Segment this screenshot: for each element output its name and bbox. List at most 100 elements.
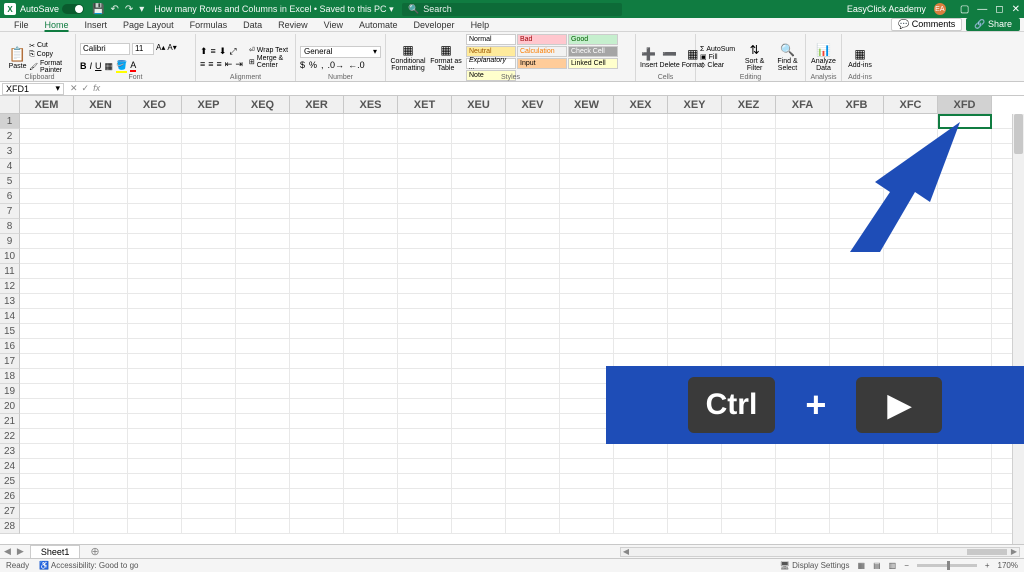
cell[interactable] (830, 114, 884, 128)
cell[interactable] (506, 144, 560, 158)
row-header-22[interactable]: 22 (0, 429, 20, 444)
cell[interactable] (236, 309, 290, 323)
cell[interactable] (344, 324, 398, 338)
cell[interactable] (884, 474, 938, 488)
cell[interactable] (830, 519, 884, 533)
cell[interactable] (74, 504, 128, 518)
cell[interactable] (398, 384, 452, 398)
cell[interactable] (614, 129, 668, 143)
cell[interactable] (452, 249, 506, 263)
cell[interactable] (20, 369, 74, 383)
cell[interactable] (830, 324, 884, 338)
cancel-formula-icon[interactable]: ✕ (70, 83, 78, 94)
cell[interactable] (776, 204, 830, 218)
cell[interactable] (506, 189, 560, 203)
indent-decrease-icon[interactable]: ⇤ (225, 59, 233, 70)
cell[interactable] (722, 459, 776, 473)
autosum-button[interactable]: Σ AutoSum (700, 46, 735, 53)
cell[interactable] (614, 144, 668, 158)
fill-button[interactable]: ▣ Fill (700, 53, 735, 61)
cell[interactable] (20, 114, 74, 128)
font-size-select[interactable]: 11 (132, 43, 154, 55)
cell[interactable] (236, 489, 290, 503)
cell[interactable] (722, 249, 776, 263)
column-header-XEP[interactable]: XEP (182, 96, 236, 114)
row-header-18[interactable]: 18 (0, 369, 20, 384)
row-header-5[interactable]: 5 (0, 174, 20, 189)
cell[interactable] (506, 324, 560, 338)
cell[interactable] (20, 279, 74, 293)
cell[interactable] (290, 294, 344, 308)
tab-formulas[interactable]: Formulas (182, 19, 236, 31)
row-header-12[interactable]: 12 (0, 279, 20, 294)
cell[interactable] (452, 309, 506, 323)
cell[interactable] (506, 234, 560, 248)
cell[interactable] (506, 444, 560, 458)
cell[interactable] (560, 249, 614, 263)
cell[interactable] (776, 159, 830, 173)
cell[interactable] (722, 294, 776, 308)
cell[interactable] (344, 474, 398, 488)
cell[interactable] (722, 174, 776, 188)
cell[interactable] (776, 189, 830, 203)
cell[interactable] (344, 414, 398, 428)
cell[interactable] (830, 459, 884, 473)
cell[interactable] (128, 144, 182, 158)
row-header-2[interactable]: 2 (0, 129, 20, 144)
cell[interactable] (20, 429, 74, 443)
style-explanatory[interactable]: Explanatory ... (466, 58, 516, 69)
cell[interactable] (128, 129, 182, 143)
cell[interactable] (560, 159, 614, 173)
cell[interactable] (128, 339, 182, 353)
cell[interactable] (560, 459, 614, 473)
cell[interactable] (236, 264, 290, 278)
cell[interactable] (290, 249, 344, 263)
cell[interactable] (344, 294, 398, 308)
cell[interactable] (398, 339, 452, 353)
cell[interactable] (74, 519, 128, 533)
cell[interactable] (20, 264, 74, 278)
cell[interactable] (128, 414, 182, 428)
row-header-14[interactable]: 14 (0, 309, 20, 324)
cell[interactable] (182, 369, 236, 383)
row-header-11[interactable]: 11 (0, 264, 20, 279)
cell[interactable] (20, 324, 74, 338)
cell[interactable] (884, 114, 938, 128)
cell[interactable] (398, 189, 452, 203)
cell[interactable] (884, 339, 938, 353)
cell[interactable] (236, 444, 290, 458)
cell[interactable] (614, 279, 668, 293)
cell[interactable] (20, 309, 74, 323)
cell[interactable] (452, 234, 506, 248)
cell[interactable] (668, 129, 722, 143)
row-header-16[interactable]: 16 (0, 339, 20, 354)
find-select-button[interactable]: 🔍Find & Select (774, 43, 801, 72)
cell[interactable] (830, 264, 884, 278)
align-center-icon[interactable]: ≡ (208, 59, 213, 70)
avatar[interactable]: EA (934, 3, 946, 15)
cell[interactable] (344, 444, 398, 458)
cell[interactable] (398, 519, 452, 533)
cell[interactable] (74, 189, 128, 203)
cell[interactable] (236, 354, 290, 368)
cell[interactable] (938, 234, 992, 248)
row-header-1[interactable]: 1 (0, 114, 20, 129)
cell[interactable] (236, 144, 290, 158)
cell[interactable] (614, 189, 668, 203)
row-header-9[interactable]: 9 (0, 234, 20, 249)
cell[interactable] (938, 474, 992, 488)
cell[interactable] (722, 189, 776, 203)
cell[interactable] (182, 234, 236, 248)
sheet-nav-next-icon[interactable]: ▶ (17, 546, 24, 557)
cell[interactable] (236, 399, 290, 413)
cell[interactable] (236, 279, 290, 293)
cell[interactable] (614, 114, 668, 128)
cell[interactable] (776, 144, 830, 158)
cell[interactable] (830, 474, 884, 488)
cell[interactable] (74, 399, 128, 413)
cell[interactable] (20, 219, 74, 233)
display-settings-button[interactable]: 🖥 Display Settings (780, 561, 850, 570)
cell[interactable] (722, 114, 776, 128)
cell[interactable] (398, 459, 452, 473)
cell[interactable] (776, 324, 830, 338)
